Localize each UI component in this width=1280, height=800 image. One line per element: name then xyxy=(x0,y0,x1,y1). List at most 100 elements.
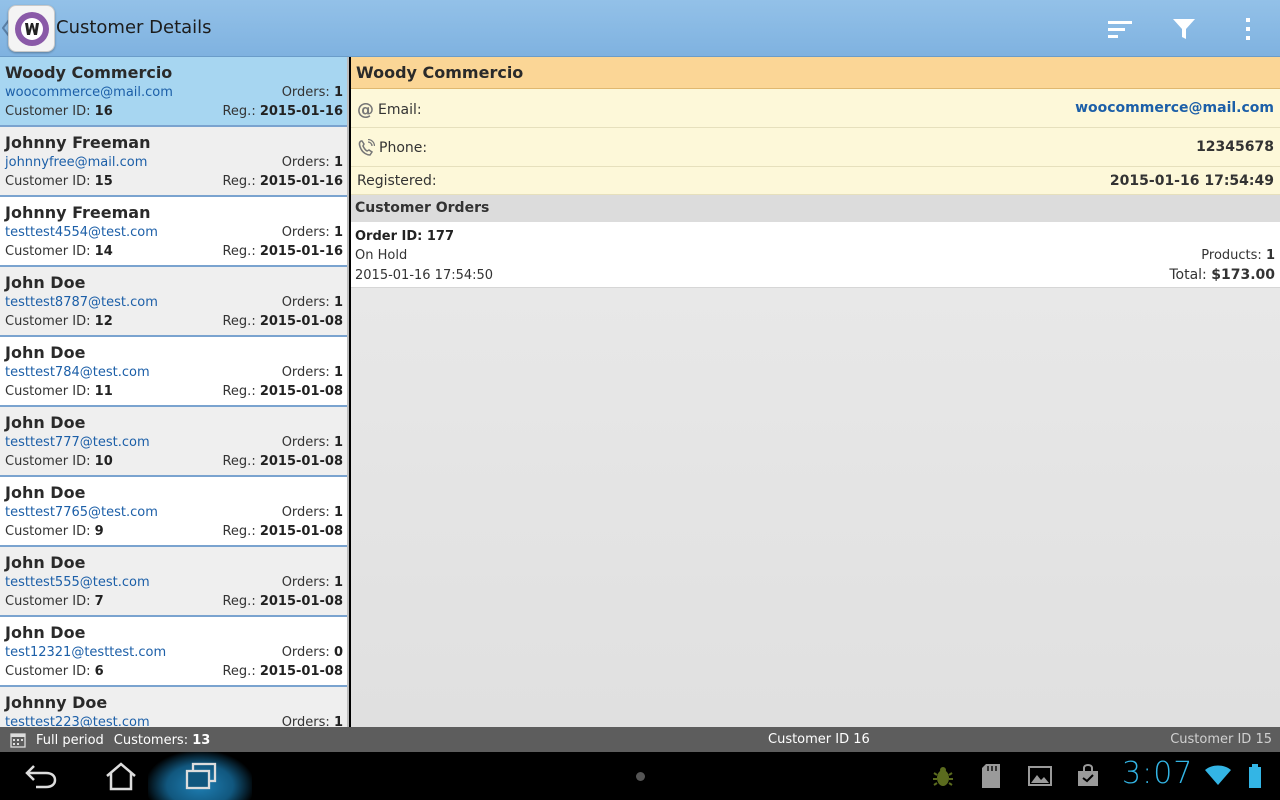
customer-orders: Orders: 1 xyxy=(281,155,343,170)
detail-phone-value[interactable]: 12345678 xyxy=(1196,139,1274,155)
customer-id: Customer ID: 7 xyxy=(5,594,104,609)
order-item[interactable]: Order ID: 177 On Hold 2015-01-16 17:54:5… xyxy=(351,222,1280,288)
at-icon: @ xyxy=(357,100,374,120)
customer-email: test12321@testtest.com xyxy=(5,645,167,660)
customer-email: testtest7765@test.com xyxy=(5,505,158,520)
customer-list-item[interactable]: Woody Commercio woocommerce@mail.com Order… xyxy=(0,57,347,127)
customers-count-label: Customers: 13 xyxy=(113,732,211,748)
customer-email: woocommerce@mail.com xyxy=(5,85,173,100)
customer-id: Customer ID: 15 xyxy=(5,174,113,189)
customer-name: John Doe xyxy=(5,273,86,292)
order-status: On Hold xyxy=(355,248,408,263)
wifi-icon xyxy=(1205,765,1231,785)
customer-registered: Reg.: 2015-01-16 xyxy=(222,174,343,189)
customer-registered: Reg.: 2015-01-08 xyxy=(222,314,343,329)
system-clock: 3:07 xyxy=(1122,756,1194,791)
customer-orders: Orders: 1 xyxy=(281,715,343,727)
detail-registered-row: Registered: 2015-01-16 17:54:49 xyxy=(351,167,1280,195)
customer-id: Customer ID: 11 xyxy=(5,384,113,399)
sd-card-icon xyxy=(982,764,1000,788)
recent-apps-icon xyxy=(185,762,217,790)
customer-list-item[interactable]: Johnny Doe testtest223@test.com Orders: 1 xyxy=(0,687,347,727)
customer-list-item[interactable]: John Doe testtest555@test.com Orders: 1 Cus… xyxy=(0,547,347,617)
phone-icon xyxy=(358,139,375,156)
customer-id: Customer ID: 16 xyxy=(5,104,113,119)
customer-orders-header: Customer Orders xyxy=(351,195,1280,222)
customer-list-item[interactable]: John Doe testtest7765@test.com Orders: 1 Cu… xyxy=(0,477,347,547)
page-title: Customer Details xyxy=(56,17,212,38)
filter-icon xyxy=(1173,19,1195,39)
back-button[interactable] xyxy=(22,758,60,794)
customer-registered: Reg.: 2015-01-08 xyxy=(222,524,343,539)
sort-button[interactable] xyxy=(1100,10,1140,48)
customer-registered: Reg.: 2015-01-08 xyxy=(222,664,343,679)
customer-registered: Reg.: 2015-01-08 xyxy=(222,454,343,469)
order-total: Total: $173.00 xyxy=(1169,267,1275,283)
customer-orders: Orders: 1 xyxy=(281,505,343,520)
customer-list-item[interactable]: John Doe testtest777@test.com Orders: 1 Cus… xyxy=(0,407,347,477)
customer-detail-pane: Woody Commercio @ Email: woocommerce@mai… xyxy=(351,57,1280,727)
status-bar: Full period Customers: 13 Customer ID 16… xyxy=(0,727,1280,752)
detail-phone-row[interactable]: Phone: 12345678 xyxy=(351,128,1280,167)
customer-name: John Doe xyxy=(5,553,86,572)
customer-list-item[interactable]: John Doe testtest784@test.com Orders: 1 Cus… xyxy=(0,337,347,407)
customer-name: Woody Commercio xyxy=(5,63,173,82)
period-label: Full period xyxy=(36,732,104,748)
customer-name: John Doe xyxy=(5,483,86,502)
overflow-menu-button[interactable] xyxy=(1228,10,1268,48)
order-products: Products: 1 xyxy=(1201,248,1275,263)
customer-list[interactable]: Woody Commercio woocommerce@mail.com Order… xyxy=(0,57,349,727)
detail-customer-name: Woody Commercio xyxy=(351,57,1280,89)
customer-email: testtest223@test.com xyxy=(5,715,150,727)
debug-bug-icon xyxy=(933,767,953,786)
customer-orders: Orders: 1 xyxy=(281,85,343,100)
filter-button[interactable] xyxy=(1164,10,1204,48)
next-customer-label[interactable]: Customer ID 15 xyxy=(1170,732,1272,747)
nav-dot-icon xyxy=(636,772,645,781)
customer-name: Johnny Freeman xyxy=(5,133,151,152)
customer-name: John Doe xyxy=(5,413,86,432)
detail-email-value[interactable]: woocommerce@mail.com xyxy=(1075,100,1274,116)
customer-orders: Orders: 0 xyxy=(281,645,343,660)
customer-email: testtest784@test.com xyxy=(5,365,150,380)
customer-list-item[interactable]: Johnny Freeman johnnyfree@mail.com Orders:… xyxy=(0,127,347,197)
customer-id: Customer ID: 9 xyxy=(5,524,104,539)
customer-email: testtest777@test.com xyxy=(5,435,150,450)
battery-icon xyxy=(1249,764,1261,788)
customer-registered: Reg.: 2015-01-08 xyxy=(222,384,343,399)
customer-registered: Reg.: 2015-01-16 xyxy=(222,104,343,119)
sort-icon xyxy=(1108,21,1132,38)
customer-name: Johnny Freeman xyxy=(5,203,151,222)
calendar-icon xyxy=(10,733,26,748)
customer-email: testtest8787@test.com xyxy=(5,295,158,310)
customer-id: Customer ID: 10 xyxy=(5,454,113,469)
customer-orders: Orders: 1 xyxy=(281,365,343,380)
order-id: Order ID: 177 xyxy=(355,229,455,244)
action-bar: Customer Details xyxy=(0,0,1280,57)
period-filter[interactable]: Full period Customers: 13 xyxy=(10,732,210,748)
customer-orders: Orders: 1 xyxy=(281,295,343,310)
customer-list-item[interactable]: John Doe test12321@testtest.com Orders: 0 C… xyxy=(0,617,347,687)
customer-email: testtest555@test.com xyxy=(5,575,150,590)
detail-email-row[interactable]: @ Email: woocommerce@mail.com xyxy=(351,89,1280,128)
back-icon xyxy=(25,765,57,789)
customer-name: John Doe xyxy=(5,623,86,642)
customer-list-item[interactable]: Johnny Freeman testtest4554@test.com Order… xyxy=(0,197,347,267)
recent-apps-button[interactable] xyxy=(180,758,222,794)
phone-label: Phone: xyxy=(379,140,428,156)
customer-list-item[interactable]: John Doe testtest8787@test.com Orders: 1 Cu… xyxy=(0,267,347,337)
current-customer-label: Customer ID 16 xyxy=(768,732,870,747)
gallery-icon xyxy=(1028,766,1052,786)
customer-email: johnnyfree@mail.com xyxy=(5,155,148,170)
detail-registered-value: 2015-01-16 17:54:49 xyxy=(1109,173,1274,189)
app-logo-icon[interactable] xyxy=(8,5,55,52)
more-vert-icon xyxy=(1246,18,1250,40)
customer-name: Johnny Doe xyxy=(5,693,108,712)
customer-registered: Reg.: 2015-01-16 xyxy=(222,244,343,259)
customer-orders: Orders: 1 xyxy=(281,435,343,450)
home-button[interactable] xyxy=(102,758,140,794)
order-date: 2015-01-16 17:54:50 xyxy=(355,268,494,283)
customer-id: Customer ID: 14 xyxy=(5,244,113,259)
customer-id: Customer ID: 12 xyxy=(5,314,113,329)
home-icon xyxy=(106,762,136,791)
